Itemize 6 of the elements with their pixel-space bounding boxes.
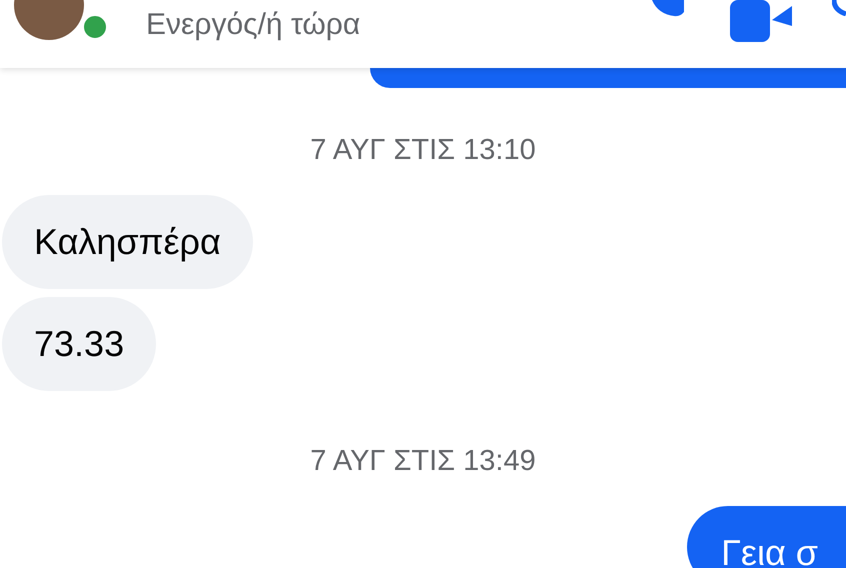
message-timestamp: 7 ΑΥΓ ΣΤΙΣ 13:49	[309, 445, 537, 478]
incoming-message: Καλησπέρα	[2, 195, 253, 289]
active-status: Ενεργός/ή τώρα	[146, 8, 360, 42]
incoming-message: 73.33	[2, 297, 156, 391]
outgoing-message: Γεια σ	[687, 506, 846, 568]
message-timestamp: 7 ΑΥΓ ΣΤΙΣ 13:10	[309, 134, 537, 167]
